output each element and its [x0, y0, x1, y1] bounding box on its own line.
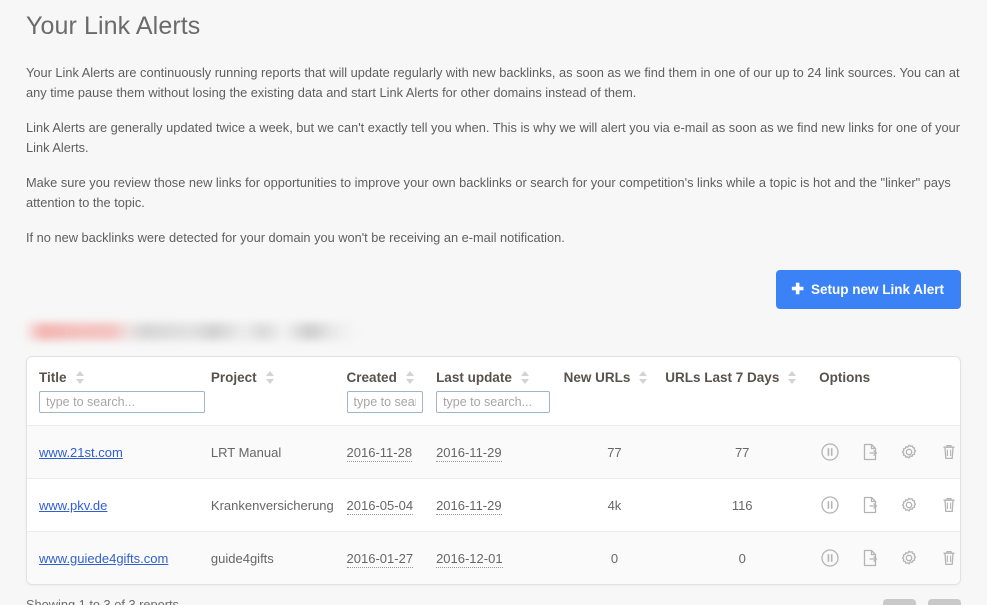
column-header-urls-last-7-days[interactable]: URLs Last 7 Days	[665, 357, 819, 391]
sort-arrows-icon[interactable]	[75, 371, 84, 384]
column-header-project[interactable]: Project	[211, 357, 347, 391]
filter-cell-project	[211, 391, 347, 426]
table-body: www.21st.com LRT Manual 2016-11-28 2016-…	[27, 425, 960, 585]
trash-icon[interactable]	[938, 441, 960, 463]
column-header-new-urls-label: New URLs	[563, 370, 631, 385]
row-options-cell	[819, 532, 960, 585]
row-created-value[interactable]: 2016-11-28	[346, 444, 413, 462]
search-input-created[interactable]	[346, 391, 423, 413]
redacted-notice-bar	[26, 323, 356, 340]
gear-icon[interactable]	[898, 494, 920, 516]
sort-arrows-icon[interactable]	[639, 371, 648, 384]
column-header-created[interactable]: Created	[347, 357, 437, 391]
row-title-cell: www.pkv.de	[27, 479, 211, 532]
showing-entries-text: Showing 1 to 3 of 3 reports	[26, 597, 179, 605]
row-title-cell: www.21st.com	[27, 426, 211, 479]
pagination-next-button[interactable]	[928, 599, 961, 605]
row-options-cell	[819, 426, 960, 479]
column-header-title-label: Title	[39, 370, 67, 385]
table-head: Title Project Created Last update New UR…	[27, 357, 960, 391]
filter-row	[27, 391, 960, 426]
row-urls-last-7-days-cell: 116	[731, 497, 753, 513]
row-created-value[interactable]: 2016-01-27	[346, 550, 414, 568]
row-last-update-cell: 2016-11-29	[436, 426, 564, 479]
table-footer: Showing 1 to 3 of 3 reports Show 10 25 5…	[26, 597, 961, 605]
filter-cell-urls-last-7-days	[665, 391, 819, 426]
row-last-update-cell: 2016-12-01	[436, 532, 564, 585]
export-document-icon[interactable]	[859, 441, 881, 463]
row-project-cell: guide4gifts	[210, 550, 274, 566]
row-project-cell: LRT Manual	[210, 444, 282, 460]
row-title-cell: www.guiede4gifts.com	[27, 532, 211, 585]
row-last-update-value[interactable]: 2016-11-29	[436, 444, 502, 462]
row-new-urls-cell: 0	[610, 550, 619, 566]
filter-cell-options	[819, 391, 960, 426]
gear-icon[interactable]	[898, 547, 920, 569]
sort-arrows-icon[interactable]	[520, 371, 529, 384]
intro-paragraph-3: Make sure you review those new links for…	[26, 175, 951, 210]
row-project-cell: Krankenversicherung	[210, 497, 334, 513]
filter-cell-created	[346, 391, 437, 426]
setup-new-link-alert-label: Setup new Link Alert	[810, 282, 944, 297]
row-last-update-value[interactable]: 2016-12-01	[436, 550, 503, 568]
table-row: www.pkv.de Krankenversicherung 2016-05-0…	[27, 478, 960, 532]
table-header-row: Title Project Created Last update New UR…	[27, 357, 960, 391]
row-urls-last-7-days-cell: 77	[734, 444, 750, 460]
setup-button-row: ✚ Setup new Link Alert	[26, 270, 961, 309]
table-row: www.21st.com LRT Manual 2016-11-28 2016-…	[27, 425, 960, 479]
column-header-options: Options	[819, 357, 960, 391]
gear-icon[interactable]	[898, 441, 920, 463]
row-title-link[interactable]: www.21st.com	[39, 445, 123, 460]
link-alerts-table: Title Project Created Last update New UR…	[27, 357, 960, 584]
export-document-icon[interactable]	[859, 494, 881, 516]
plus-icon: ✚	[791, 281, 804, 298]
column-header-urls-last-7-days-label: URLs Last 7 Days	[665, 370, 780, 385]
row-created-cell: 2016-05-04	[346, 479, 437, 532]
pause-icon[interactable]	[819, 547, 841, 569]
table-row: www.guiede4gifts.com guide4gifts 2016-01…	[27, 531, 960, 585]
search-input-title[interactable]	[39, 391, 205, 413]
setup-new-link-alert-button[interactable]: ✚ Setup new Link Alert	[776, 270, 961, 309]
row-new-urls-cell: 77	[607, 444, 622, 460]
export-document-icon[interactable]	[859, 547, 881, 569]
pagination-previous-button[interactable]	[882, 599, 916, 605]
column-header-title[interactable]: Title	[27, 357, 211, 391]
pause-icon[interactable]	[819, 494, 841, 516]
row-title-link[interactable]: www.guiede4gifts.com	[39, 551, 168, 566]
pause-icon[interactable]	[819, 441, 841, 463]
row-created-value[interactable]: 2016-05-04	[346, 497, 414, 515]
filter-cell-new-urls	[564, 391, 666, 426]
sort-arrows-icon[interactable]	[788, 371, 797, 384]
row-created-cell: 2016-01-27	[346, 532, 437, 585]
row-created-cell: 2016-11-28	[346, 426, 437, 479]
filter-cell-title	[27, 391, 211, 426]
filter-cell-last-update	[436, 391, 564, 426]
column-header-new-urls[interactable]: New URLs	[564, 357, 666, 391]
search-input-last-update[interactable]	[436, 391, 551, 413]
pagination-controls	[875, 599, 961, 605]
row-title-link[interactable]: www.pkv.de	[39, 498, 107, 513]
row-last-update-cell: 2016-11-29	[436, 479, 564, 532]
row-new-urls-cell: 4k	[607, 497, 622, 513]
sort-arrows-icon[interactable]	[405, 371, 414, 384]
intro-paragraph-2: Link Alerts are generally updated twice …	[26, 120, 960, 155]
column-header-options-label: Options	[819, 370, 871, 385]
column-header-created-label: Created	[346, 370, 397, 385]
link-alerts-table-card: Title Project Created Last update New UR…	[26, 356, 961, 585]
column-header-last-update[interactable]: Last update	[436, 357, 564, 391]
column-header-project-label: Project	[210, 370, 257, 385]
intro-paragraph-4: If no new backlinks were detected for yo…	[26, 230, 565, 245]
row-options-cell	[819, 479, 960, 532]
row-last-update-value[interactable]: 2016-11-29	[436, 497, 502, 515]
trash-icon[interactable]	[938, 494, 960, 516]
sort-arrows-icon[interactable]	[265, 371, 274, 384]
intro-paragraph-1: Your Link Alerts are continuously runnin…	[26, 65, 960, 100]
trash-icon[interactable]	[938, 547, 960, 569]
column-header-last-update-label: Last update	[436, 370, 512, 385]
page-title: Your Link Alerts	[26, 12, 201, 40]
row-urls-last-7-days-cell: 0	[738, 550, 746, 566]
table-filter-section	[27, 391, 960, 426]
link-alerts-page: Your Link Alerts Your Link Alerts are co…	[0, 12, 987, 605]
